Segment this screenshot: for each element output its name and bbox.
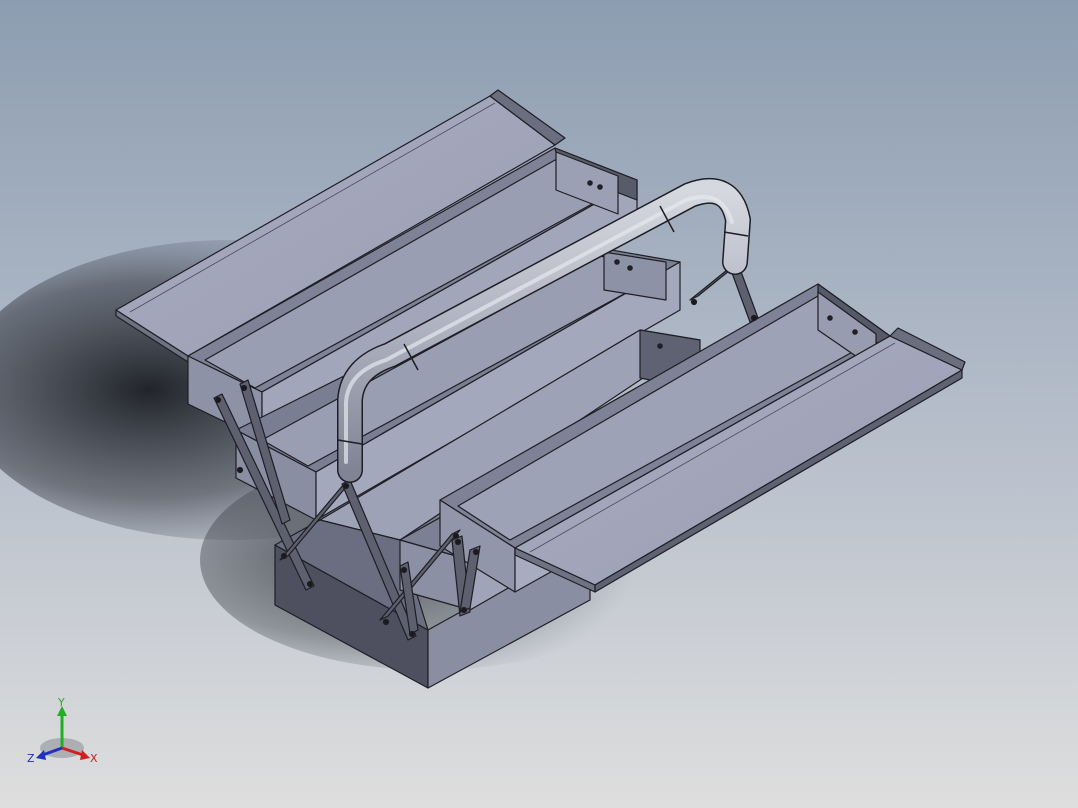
x-axis-label: X	[90, 752, 98, 765]
y-axis-label: Y	[57, 696, 65, 709]
reference-triad: Y X Z	[27, 696, 98, 765]
z-axis-label: Z	[27, 752, 35, 765]
toolbox-3d-model[interactable]	[0, 0, 1078, 808]
graphics-viewport[interactable]: Y X Z	[0, 0, 1078, 808]
